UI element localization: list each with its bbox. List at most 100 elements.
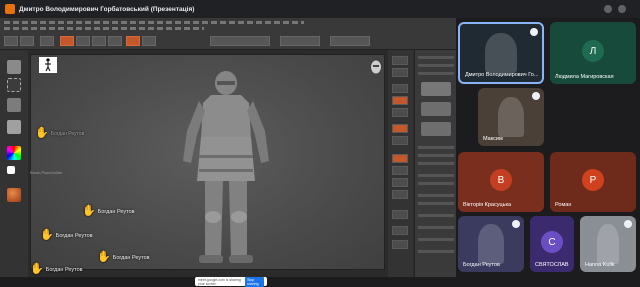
raised-hand: ✋ Богдан Реутов (40, 230, 93, 241)
zoom-button[interactable] (392, 96, 408, 105)
raised-hand-icon: ✋ (97, 251, 111, 263)
tray-row[interactable] (418, 238, 454, 241)
tray-row[interactable] (418, 162, 454, 165)
participant-name: Людмила Магировская (555, 74, 614, 80)
raised-hand: ✋ Богдан Реутов (97, 252, 150, 263)
raised-hand-name: Богдан Реутов (97, 208, 135, 215)
minimize-icon[interactable] (604, 5, 612, 13)
brush-icon[interactable] (7, 60, 21, 74)
mic-off-icon (624, 220, 632, 228)
tray-row[interactable] (418, 214, 454, 217)
scroll-button[interactable] (392, 84, 408, 93)
menu-row[interactable] (4, 21, 304, 24)
intensity-slider[interactable] (210, 36, 270, 46)
main-color-swatch[interactable] (7, 166, 15, 174)
bpr-button[interactable] (392, 56, 408, 65)
move-view-button[interactable] (392, 166, 408, 175)
stroke-icon[interactable] (7, 78, 21, 92)
subtool-thumb[interactable] (421, 102, 451, 116)
participant-tile[interactable]: Дмитро Володимирович Го... (458, 22, 544, 84)
left-shelf (0, 50, 28, 277)
subtool-tray (414, 50, 456, 277)
knight-model (183, 71, 269, 263)
material-icon[interactable] (7, 188, 21, 202)
participant-name: Богдан Реутов (463, 262, 500, 268)
zadd-button[interactable] (126, 36, 140, 46)
right-shelf (388, 50, 413, 277)
subtool-thumb[interactable] (421, 122, 451, 136)
participant-video (497, 96, 525, 138)
figure-thumbnail (39, 57, 57, 73)
participant-video (484, 32, 518, 74)
subtool-thumb[interactable] (421, 82, 451, 96)
raised-hand-icon: ✋ (35, 127, 49, 139)
stop-sharing-button[interactable]: Stop sharing (245, 276, 264, 287)
scale-button[interactable] (92, 36, 106, 46)
participant-tile[interactable]: Р Роман (550, 152, 636, 212)
participant-avatar: Р (582, 169, 604, 191)
mic-off-icon (512, 220, 520, 228)
color-picker-icon[interactable] (7, 146, 21, 160)
raised-hand-icon: ✋ (30, 263, 44, 275)
texture-icon[interactable] (7, 120, 21, 134)
raised-hand: ✋ Богдан Реутов (35, 128, 84, 139)
tray-row[interactable] (418, 174, 454, 177)
polyf-button[interactable] (392, 210, 408, 219)
floor-button[interactable] (392, 136, 408, 145)
participant-video (477, 224, 505, 264)
move-button[interactable] (76, 36, 90, 46)
participant-name: СВЯТОСЛАВ (535, 262, 569, 268)
tool-button[interactable] (4, 36, 18, 46)
window-titlebar: Дмитро Володимирович Горбатовський (През… (0, 0, 640, 18)
zoom3d-button[interactable] (392, 178, 408, 187)
draw-button[interactable] (60, 36, 74, 46)
persp-button[interactable] (392, 124, 408, 133)
participant-tile[interactable]: Л Людмила Магировская (550, 22, 636, 84)
participant-tile[interactable]: Богдан Реутов (458, 216, 524, 272)
raised-hand: ✋ Богдан Реутов (82, 206, 135, 217)
raised-hand: ✋ Богдан Реутов (30, 264, 83, 275)
zsub-button[interactable] (142, 36, 156, 46)
tray-row[interactable] (418, 56, 454, 59)
tray-row[interactable] (418, 182, 454, 185)
solo-button[interactable] (392, 240, 408, 249)
rotate-view-button[interactable] (392, 190, 408, 199)
participant-tile[interactable]: Максим (478, 88, 544, 146)
sharing-notice: meet.google.com is sharing your screen S… (195, 276, 267, 287)
participants-grid: Дмитро Володимирович Го... Л Людмила Магир… (458, 22, 640, 277)
tray-row[interactable] (418, 64, 454, 67)
participant-tile[interactable]: С СВЯТОСЛАВ (530, 216, 574, 272)
draw-size-slider[interactable] (280, 36, 320, 46)
participant-tile[interactable]: Hanna Kulik (580, 216, 636, 272)
sharing-notice-text: meet.google.com is sharing your screen (198, 277, 241, 286)
participant-name: Вікторія Красуцька (463, 202, 512, 208)
fullscreen-icon[interactable] (618, 5, 626, 13)
participant-tile[interactable]: В Вікторія Красуцька (458, 152, 544, 212)
menu-row-2[interactable] (4, 27, 204, 30)
rotate-button[interactable] (108, 36, 122, 46)
tool-button[interactable] (40, 36, 54, 46)
actual-button[interactable] (392, 108, 408, 117)
tray-row[interactable] (418, 194, 454, 197)
frame-button[interactable] (392, 154, 408, 163)
tray-row[interactable] (418, 226, 454, 229)
raised-hand-name: Богдан Реутов (50, 130, 85, 137)
raised-hand-name: Богдан Реутов (55, 232, 93, 239)
raised-hand-icon: ✋ (40, 229, 54, 241)
tray-row[interactable] (418, 250, 454, 253)
spix-button[interactable] (392, 68, 408, 77)
transp-button[interactable] (392, 226, 408, 235)
mic-off-icon (532, 92, 540, 100)
dynamic-slider[interactable] (330, 36, 370, 46)
tool-button[interactable] (20, 36, 34, 46)
tray-row[interactable] (418, 202, 454, 205)
alpha-icon[interactable] (7, 98, 21, 112)
zbrush-top-toolbar (0, 18, 456, 50)
tray-row[interactable] (418, 72, 454, 75)
tray-row[interactable] (418, 146, 454, 149)
brush-tooltip: Brush Placeholder (30, 170, 63, 175)
tray-row[interactable] (418, 154, 454, 157)
participant-name: Дмитро Володимирович Го... (465, 72, 539, 78)
app-icon (5, 4, 15, 14)
mic-off-icon (530, 28, 538, 36)
